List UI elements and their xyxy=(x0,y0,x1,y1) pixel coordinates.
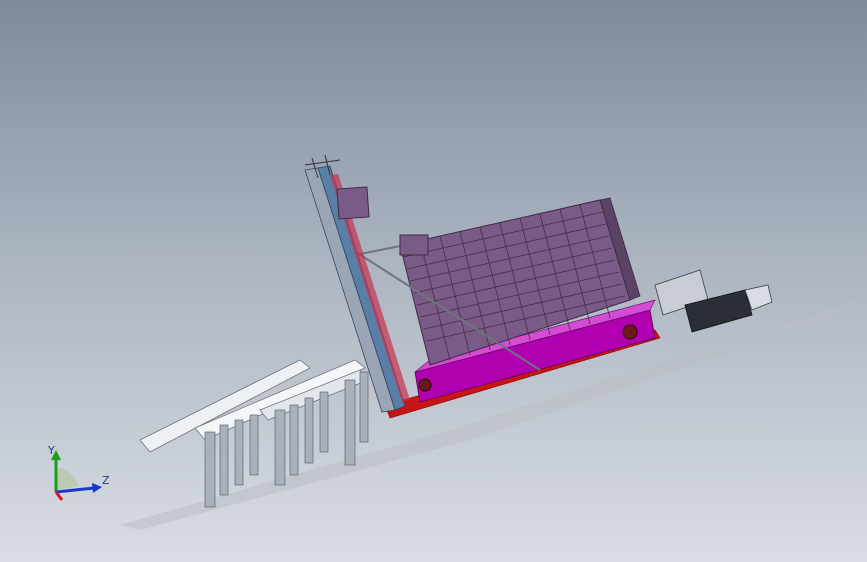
orientation-triad[interactable]: Y Z xyxy=(40,440,120,510)
wheel-rear xyxy=(418,378,432,392)
assembly-scene[interactable] xyxy=(0,0,867,562)
roller-conveyor xyxy=(139,359,369,508)
triad-x-axis xyxy=(54,491,64,501)
cad-viewport[interactable]: Y Z xyxy=(0,0,867,562)
wheel-front xyxy=(622,324,638,340)
triad-z-arrow-icon xyxy=(92,483,102,493)
triad-z-label: Z xyxy=(102,474,110,487)
triad-plane-icon xyxy=(56,467,78,490)
control-cabinet xyxy=(654,269,773,333)
triad-y-label: Y xyxy=(47,444,55,457)
